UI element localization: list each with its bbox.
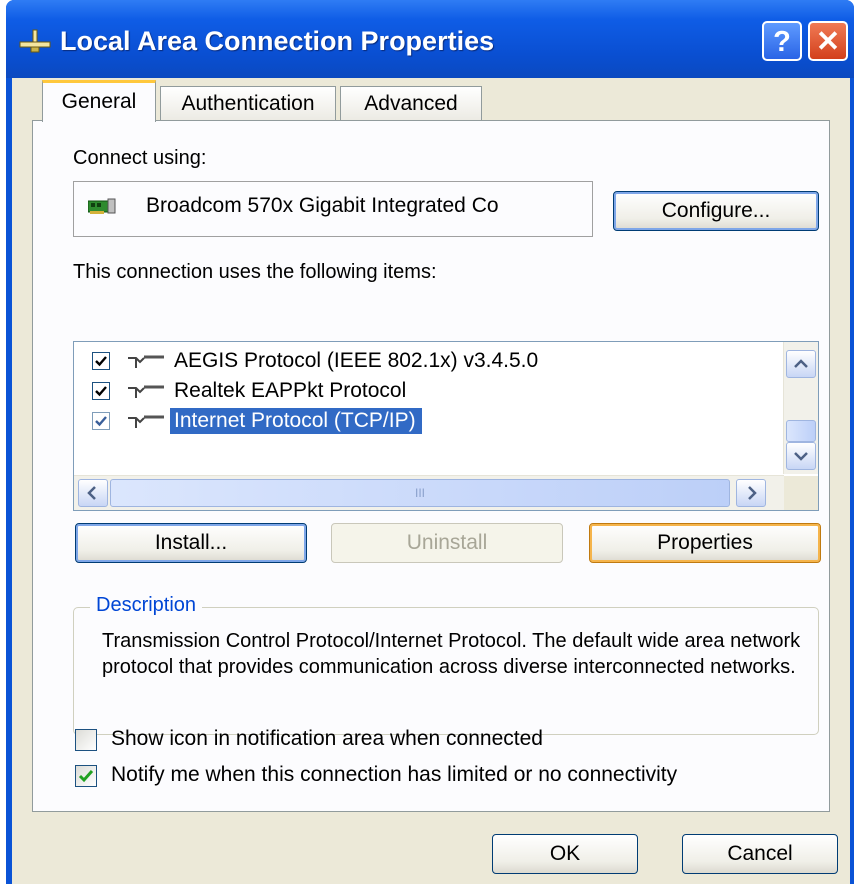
- item-checkbox[interactable]: [92, 352, 110, 370]
- horizontal-scrollbar[interactable]: III: [74, 475, 784, 510]
- properties-button[interactable]: Properties: [589, 523, 821, 563]
- chevron-up-icon: [794, 359, 808, 368]
- general-tab-page: Connect using: Broadcom 570x Gigabit Int…: [32, 120, 830, 812]
- notify-label[interactable]: Notify me when this connection has limit…: [111, 763, 677, 787]
- horizontal-scroll-thumb[interactable]: III: [110, 479, 730, 507]
- item-label: Realtek EAPPkt Protocol: [174, 379, 407, 402]
- protocol-icon: [128, 385, 164, 398]
- description-group: Description Transmission Control Protoco…: [73, 594, 819, 735]
- scroll-corner: [784, 476, 818, 510]
- items-label: This connection uses the following items…: [73, 261, 437, 283]
- scroll-up-button[interactable]: [786, 350, 816, 378]
- network-connection-icon: [19, 29, 51, 53]
- notify-checkbox[interactable]: [75, 765, 97, 787]
- description-text: Transmission Control Protocol/Internet P…: [102, 630, 801, 678]
- dialog-body: General Authentication Advanced Connect …: [12, 78, 850, 884]
- close-icon: ✕: [815, 26, 841, 58]
- item-checkbox[interactable]: [92, 412, 110, 430]
- scroll-down-button[interactable]: [786, 442, 816, 470]
- tab-general[interactable]: General: [42, 80, 156, 122]
- chevron-left-icon: [87, 486, 96, 500]
- tab-advanced[interactable]: Advanced: [340, 86, 482, 120]
- vertical-scroll-thumb[interactable]: [786, 420, 816, 442]
- items-list[interactable]: AEGIS Protocol (IEEE 802.1x) v3.4.5.0 Re…: [73, 341, 819, 511]
- vertical-scrollbar[interactable]: [783, 342, 818, 474]
- network-adapter-icon: [88, 198, 116, 214]
- chevron-down-icon: [794, 452, 808, 461]
- chevron-right-icon: [748, 486, 757, 500]
- install-button[interactable]: Install...: [75, 523, 307, 563]
- connect-using-label: Connect using:: [73, 147, 207, 169]
- ok-button[interactable]: OK: [492, 834, 638, 874]
- cancel-button[interactable]: Cancel: [682, 834, 838, 874]
- protocol-icon: [128, 355, 164, 368]
- help-icon: ?: [773, 26, 791, 58]
- properties-window: Local Area Connection Properties ? ✕ Gen…: [6, 0, 854, 884]
- scroll-left-button[interactable]: [78, 479, 108, 507]
- scroll-right-button[interactable]: [736, 479, 766, 507]
- protocol-icon: [128, 415, 164, 428]
- title-bar[interactable]: Local Area Connection Properties ? ✕: [6, 0, 854, 78]
- uninstall-button[interactable]: Uninstall: [331, 523, 563, 563]
- scroll-grip: III: [414, 486, 425, 500]
- show-icon-checkbox[interactable]: [75, 729, 97, 751]
- adapter-name: Broadcom 570x Gigabit Integrated Co: [146, 194, 499, 217]
- description-legend: Description: [90, 594, 203, 617]
- tab-authentication[interactable]: Authentication: [160, 86, 336, 120]
- help-button[interactable]: ?: [762, 21, 802, 61]
- item-checkbox[interactable]: [92, 382, 110, 400]
- checkmark-icon: [95, 356, 107, 367]
- item-label: Internet Protocol (TCP/IP): [170, 408, 422, 434]
- checkmark-icon: [78, 770, 94, 783]
- list-item[interactable]: Realtek EAPPkt Protocol: [82, 376, 778, 406]
- checkmark-icon: [95, 416, 107, 427]
- list-item-selected[interactable]: Internet Protocol (TCP/IP): [82, 406, 778, 436]
- list-item[interactable]: AEGIS Protocol (IEEE 802.1x) v3.4.5.0: [82, 346, 778, 376]
- close-button[interactable]: ✕: [808, 21, 848, 61]
- adapter-field: Broadcom 570x Gigabit Integrated Co: [73, 181, 593, 237]
- item-label: AEGIS Protocol (IEEE 802.1x) v3.4.5.0: [174, 349, 539, 372]
- configure-button[interactable]: Configure...: [613, 191, 819, 231]
- checkmark-icon: [95, 386, 107, 397]
- show-icon-label[interactable]: Show icon in notification area when conn…: [111, 727, 543, 751]
- window-title: Local Area Connection Properties: [60, 26, 495, 56]
